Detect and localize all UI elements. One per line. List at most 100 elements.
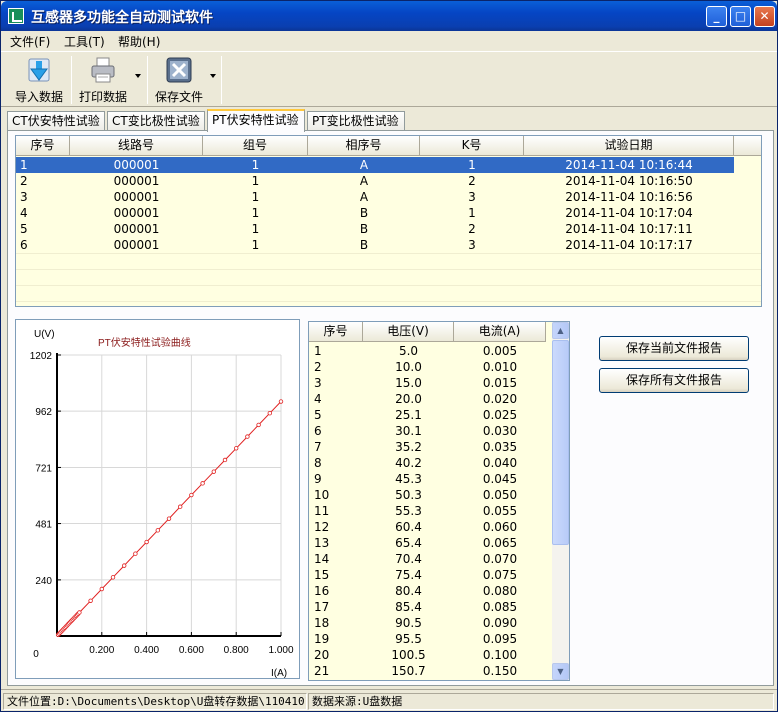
- list-item[interactable]: 4 20.0 0.020: [309, 391, 554, 407]
- table-cell: 000001: [113, 222, 160, 236]
- list-item[interactable]: 20 100.5 0.100: [309, 647, 554, 663]
- table-cell: 1: [468, 206, 476, 220]
- table-cell: 1: [251, 206, 260, 220]
- measurements-table[interactable]: 序号 电压(V) 电流(A) 1 5.0 0.005 2 10.0 0.010 3 15.0 0…: [308, 321, 570, 681]
- table-row[interactable]: 2 000001 1 A 2 2014-11-04 10:16:50: [16, 173, 761, 189]
- voltampere-chart: 0.200 0.400 0.600 0.800 1.000 240 481 721 962 120…: [30, 329, 294, 679]
- table-cell: A: [359, 190, 369, 204]
- list-item[interactable]: 11 55.3 0.055: [309, 503, 554, 519]
- table-cell: 3: [468, 238, 476, 252]
- table-cell: 80.4: [395, 584, 422, 598]
- measurements-scrollbar[interactable]: ▲ ▼: [552, 322, 569, 680]
- table-row[interactable]: 1 000001 1 A 1 2014-11-04 10:16:44: [16, 157, 734, 173]
- list-item[interactable]: 13 65.4 0.065: [309, 535, 554, 551]
- table-cell: 100.5: [391, 648, 426, 662]
- table-row[interactable]: 5 000001 1 B 2 2014-11-04 10:17:11: [16, 221, 761, 237]
- table-cell: 3: [314, 376, 322, 390]
- list-item[interactable]: 2 10.0 0.010: [309, 359, 554, 375]
- list-item[interactable]: 12 60.4 0.060: [309, 519, 554, 535]
- data-point: [200, 481, 205, 486]
- list-item[interactable]: 19 95.5 0.095: [309, 631, 554, 647]
- menu-file[interactable]: 文件(F): [10, 33, 50, 50]
- col-header-voltage[interactable]: 电压(V): [363, 322, 454, 342]
- table-cell: 2: [468, 174, 476, 188]
- list-item[interactable]: 21 150.7 0.150: [309, 663, 554, 679]
- list-item[interactable]: 3 15.0 0.015: [309, 375, 554, 391]
- table-cell: 2014-11-04 10:17:04: [565, 206, 693, 220]
- table-row[interactable]: 3 000001 1 A 3 2014-11-04 10:16:56: [16, 189, 761, 205]
- main-window: 互感器多功能全自动测试软件 _ □ ✕ 文件(F) 工具(T) 帮助(H) 导入…: [0, 0, 778, 712]
- menu-bar: 文件(F) 工具(T) 帮助(H): [1, 31, 777, 51]
- list-item[interactable]: 14 70.4 0.070: [309, 551, 554, 567]
- list-item[interactable]: 6 30.1 0.030: [309, 423, 554, 439]
- table-cell: 1: [251, 238, 260, 252]
- x-tick-label: 1.000: [268, 645, 293, 656]
- list-item[interactable]: 1 5.0 0.005: [309, 343, 554, 359]
- table-cell: 20: [314, 648, 330, 662]
- print-data-button[interactable]: 打印数据: [75, 54, 131, 106]
- table-row[interactable]: 4 000001 1 B 1 2014-11-04 10:17:04: [16, 205, 761, 221]
- col-header-index[interactable]: 序号: [309, 322, 363, 342]
- toolbar-separator: [71, 56, 72, 104]
- status-data-source: 数据来源:U盘数据: [308, 693, 774, 710]
- table-cell: 000001: [113, 190, 160, 204]
- save-current-report-button[interactable]: 保存当前文件报告: [599, 336, 749, 361]
- list-item[interactable]: 18 90.5 0.090: [309, 615, 554, 631]
- import-data-button[interactable]: 导入数据: [9, 54, 69, 106]
- x-axis-label: I(A): [271, 668, 287, 678]
- list-item[interactable]: 7 35.2 0.035: [309, 439, 554, 455]
- tab-pt-voltampere[interactable]: PT伏安特性试验: [207, 109, 305, 132]
- col-header-index[interactable]: 序号: [16, 136, 70, 156]
- table-cell: 1: [251, 158, 260, 172]
- col-header-group[interactable]: 组号: [203, 136, 308, 156]
- save-all-reports-button[interactable]: 保存所有文件报告: [599, 368, 749, 393]
- table-row[interactable]: 6 000001 1 B 3 2014-11-04 10:17:17: [16, 237, 761, 253]
- table-cell: A: [359, 174, 369, 188]
- table-cell: A: [359, 158, 369, 172]
- tab-ct-ratio-polarity[interactable]: CT变比极性试验: [107, 111, 205, 131]
- list-item[interactable]: 9 45.3 0.045: [309, 471, 554, 487]
- table-cell: 19: [314, 632, 330, 646]
- table-cell: 000001: [113, 174, 160, 188]
- title-bar[interactable]: 互感器多功能全自动测试软件 _ □ ✕: [1, 1, 777, 31]
- col-header-phase[interactable]: 相序号: [308, 136, 420, 156]
- table-cell: 3: [20, 190, 28, 204]
- print-dropdown-arrow-icon[interactable]: [135, 74, 141, 78]
- scroll-up-icon[interactable]: ▲: [552, 322, 569, 339]
- menu-tools[interactable]: 工具(T): [64, 33, 105, 50]
- menu-help[interactable]: 帮助(H): [118, 33, 160, 50]
- maximize-button[interactable]: □: [730, 6, 751, 27]
- col-header-line[interactable]: 线路号: [70, 136, 203, 156]
- col-header-date[interactable]: 试验日期: [524, 136, 734, 156]
- col-header-k[interactable]: K号: [420, 136, 524, 156]
- list-item[interactable]: 10 50.3 0.050: [309, 487, 554, 503]
- tab-pt-ratio-polarity[interactable]: PT变比极性试验: [307, 111, 405, 131]
- table-cell: 1: [251, 190, 260, 204]
- table-cell: 14: [314, 552, 330, 566]
- list-item[interactable]: 8 40.2 0.040: [309, 455, 554, 471]
- chart-title: PT伏安特性试验曲线: [98, 336, 191, 349]
- list-item[interactable]: 15 75.4 0.075: [309, 567, 554, 583]
- col-header-current[interactable]: 电流(A): [454, 322, 546, 342]
- minimize-button[interactable]: _: [706, 6, 727, 27]
- x-tick-label: 0.800: [224, 645, 249, 656]
- data-point: [233, 446, 239, 451]
- list-item[interactable]: 17 85.4 0.085: [309, 599, 554, 615]
- table-cell: 75.4: [395, 568, 422, 582]
- save-dropdown-arrow-icon[interactable]: [210, 74, 216, 78]
- tab-ct-voltampere[interactable]: CT伏安特性试验: [7, 111, 105, 131]
- empty-row-line: [16, 285, 761, 286]
- scroll-thumb[interactable]: [552, 340, 569, 545]
- table-cell: 9: [314, 472, 322, 486]
- save-file-button[interactable]: 保存文件: [151, 54, 207, 106]
- list-item[interactable]: 5 25.1 0.025: [309, 407, 554, 423]
- table-cell: 90.5: [395, 616, 422, 630]
- import-data-label: 导入数据: [14, 90, 63, 104]
- data-point: [177, 504, 183, 509]
- table-cell: 15.0: [395, 376, 422, 390]
- data-point: [88, 598, 93, 603]
- records-table[interactable]: 序号 线路号 组号 相序号 K号 试验日期 1 000001 1 A 1 2014-11-…: [15, 135, 762, 307]
- scroll-down-icon[interactable]: ▼: [552, 663, 569, 680]
- list-item[interactable]: 16 80.4 0.080: [309, 583, 554, 599]
- close-button[interactable]: ✕: [754, 6, 775, 27]
